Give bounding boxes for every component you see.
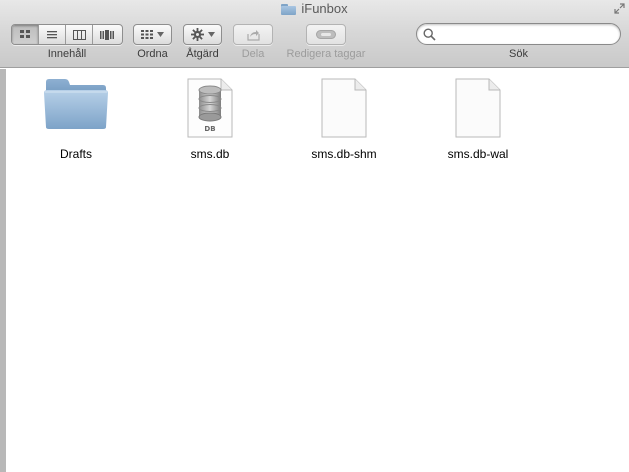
list-view-icon — [47, 30, 57, 38]
file-name: sms.db — [190, 147, 230, 161]
edit-tags-label: Redigera taggar — [286, 48, 366, 60]
share-label: Dela — [241, 48, 265, 60]
gear-icon — [190, 28, 204, 41]
file-item-sms-db[interactable]: DB sms.db — [155, 78, 265, 168]
window-title: iFunbox — [301, 1, 348, 16]
file-item-sms-db-wal[interactable]: sms.db-wal — [423, 78, 533, 168]
tag-icon — [316, 30, 336, 39]
folder-icon — [44, 79, 108, 129]
folder-icon — [281, 3, 297, 15]
search-label: Sök — [509, 48, 528, 60]
arrange-icon — [141, 30, 153, 39]
cover-flow-icon — [99, 29, 114, 40]
share-button[interactable] — [233, 24, 273, 45]
list-view-button[interactable] — [39, 25, 66, 44]
blank-document-icon — [321, 78, 367, 138]
search-input[interactable] — [439, 26, 614, 42]
database-file-icon: DB — [187, 78, 233, 138]
cover-flow-button[interactable] — [93, 25, 120, 44]
edit-tags-button[interactable] — [306, 24, 346, 45]
action-button[interactable] — [183, 24, 222, 45]
column-view-icon — [72, 29, 86, 40]
toolbar: iFunbox Innehåll Ordna Åtgärd Dela Redig… — [0, 0, 629, 68]
file-name: Drafts — [59, 147, 92, 161]
view-mode-control — [11, 24, 123, 45]
file-item-drafts[interactable]: Drafts — [21, 78, 131, 168]
action-label: Åtgärd — [186, 48, 219, 60]
finder-window: iFunbox Innehåll Ordna Åtgärd Dela Redig… — [0, 0, 629, 472]
file-item-sms-db-shm[interactable]: sms.db-shm — [289, 78, 399, 168]
icon-view-button[interactable] — [12, 25, 39, 44]
search-field[interactable] — [416, 23, 621, 45]
file-name: sms.db-shm — [311, 147, 377, 161]
db-badge: DB — [204, 125, 215, 133]
file-name: sms.db-wal — [447, 147, 509, 161]
fullscreen-icon[interactable] — [614, 3, 625, 14]
share-icon — [246, 29, 260, 41]
arrange-button[interactable] — [133, 24, 172, 45]
search-icon — [423, 28, 436, 41]
column-view-button[interactable] — [66, 25, 93, 44]
view-label: Innehåll — [47, 48, 87, 60]
chevron-down-icon — [207, 32, 215, 37]
blank-document-icon — [455, 78, 501, 138]
icon-view-icon — [20, 30, 30, 38]
chevron-down-icon — [157, 32, 164, 37]
arrange-label: Ordna — [137, 48, 168, 60]
window-title-bar: iFunbox — [0, 1, 629, 17]
